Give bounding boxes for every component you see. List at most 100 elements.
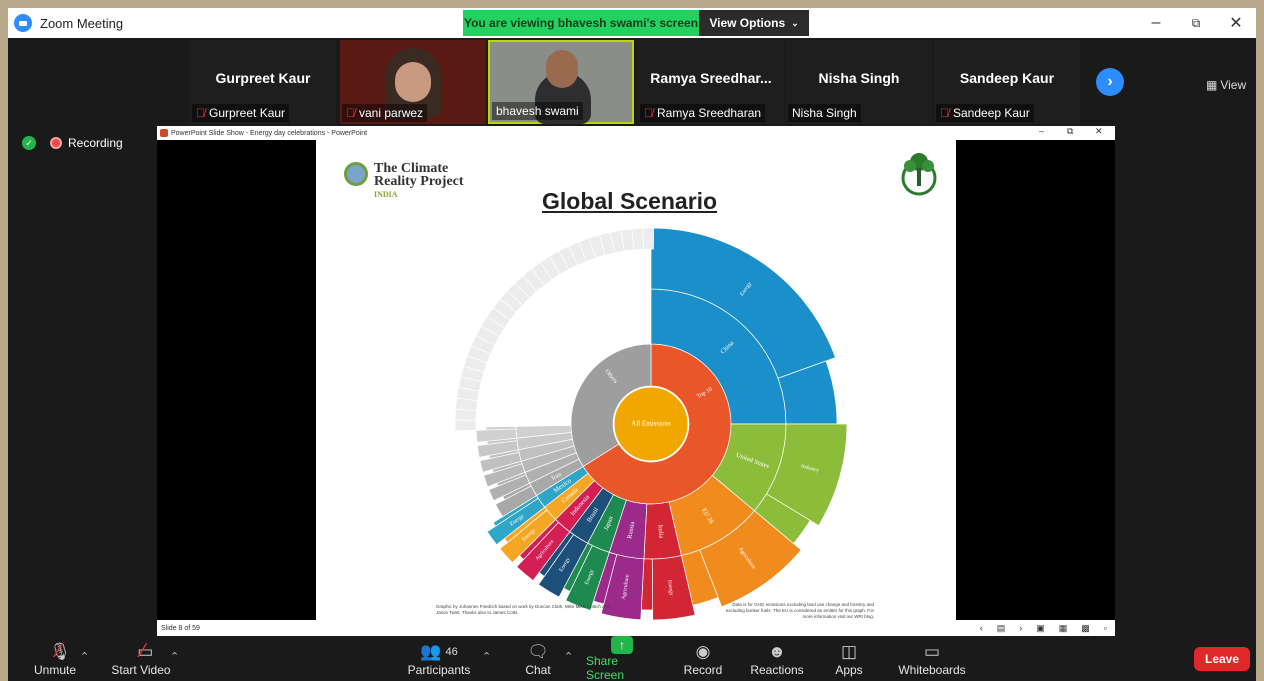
reactions-button[interactable]: ☻ Reactions xyxy=(748,636,806,681)
ring2-label: India xyxy=(656,525,664,539)
record-dot-icon xyxy=(50,137,62,149)
participant-name: Nisha Singh xyxy=(818,70,900,86)
chat-label: Chat xyxy=(525,662,551,677)
credit-left: Graphic by Johannes Friedrich based on w… xyxy=(436,604,610,615)
share-screen-button[interactable]: ↑ Share Screen xyxy=(586,635,658,681)
slide-title: Global Scenario xyxy=(542,188,718,214)
reading-view-icon[interactable]: ▩ xyxy=(1081,623,1090,634)
share-icon-wrap: ↑ xyxy=(611,635,633,654)
restore-button[interactable]: ⧉ xyxy=(1176,8,1216,38)
pp-minimize-icon[interactable]: – xyxy=(1039,126,1044,136)
close-icon: ✕ xyxy=(1229,15,1243,32)
slide: The Climate Reality Project INDIA Global… xyxy=(316,140,956,620)
participants-options-caret[interactable]: ⌃ xyxy=(482,650,491,663)
powerpoint-status-bar: Slide 8 of 59 ‹ ▤ › ▣ ▦ ▩ ▫ xyxy=(157,620,1115,636)
prev-slide-icon[interactable]: ‹ xyxy=(980,623,983,633)
chat-options-caret[interactable]: ⌃ xyxy=(564,650,573,663)
apps-icon: ◫ xyxy=(840,641,858,661)
next-page-button[interactable]: › xyxy=(1096,68,1124,96)
view-options-button[interactable]: View Options ⌄ xyxy=(699,10,809,36)
slideshow-icon[interactable]: ▫ xyxy=(1104,623,1107,633)
record-button[interactable]: ◉ Record xyxy=(680,636,726,681)
video-off-icon: ▭ ∕ xyxy=(137,640,154,662)
participant-video-tile-active[interactable]: bhavesh swami xyxy=(488,40,634,124)
leave-button[interactable]: Leave xyxy=(1194,647,1250,671)
participant-tile[interactable]: Ramya Sreedhar... 🎙̸ Ramya Sreedharan xyxy=(638,40,784,124)
smiley-plus-icon: ☻ xyxy=(768,641,786,661)
view-options-label: View Options xyxy=(709,16,786,30)
participants-button[interactable]: 👥 46 Participants xyxy=(406,636,472,681)
audio-options-caret[interactable]: ⌃ xyxy=(80,650,89,663)
viewing-screen-banner: You are viewing bhavesh swami's screen xyxy=(463,10,699,36)
center-label: All Emissions xyxy=(631,420,671,428)
apps-label: Apps xyxy=(835,662,863,677)
chevron-right-icon: › xyxy=(1107,73,1113,90)
powerpoint-title: PowerPoint Slide Show - Energy day celeb… xyxy=(171,129,368,137)
mic-muted-icon: 🎙 ∕ xyxy=(49,640,72,662)
next-slide-icon[interactable]: › xyxy=(1019,623,1022,633)
mic-muted-icon: 🎙̸ xyxy=(644,106,653,120)
participants-count: 46 xyxy=(445,645,458,658)
participants-icon: 👥 xyxy=(420,641,442,661)
ring3-faint-slice xyxy=(454,419,477,432)
participant-face xyxy=(395,62,431,102)
video-options-caret[interactable]: ⌃ xyxy=(170,650,179,663)
sorter-view-icon[interactable]: ▦ xyxy=(1059,623,1068,634)
view-label: View xyxy=(1220,78,1247,92)
pp-close-icon[interactable]: ✕ xyxy=(1095,126,1103,137)
participant-video-tile[interactable]: 🎙̸ vani parwez xyxy=(340,40,486,124)
participant-name: Gurpreet Kaur xyxy=(215,70,311,86)
org-line-3: INDIA xyxy=(374,190,398,199)
window-title: Zoom Meeting xyxy=(40,15,124,31)
participant-label: Nisha Singh xyxy=(788,104,861,122)
participant-tile[interactable]: Nisha Singh Nisha Singh xyxy=(786,40,932,124)
share-screen-icon: ↑ xyxy=(611,635,633,654)
status-icons: ‹ ▤ › ▣ ▦ ▩ ▫ xyxy=(980,620,1107,636)
shared-screen[interactable]: PowerPoint Slide Show - Energy day celeb… xyxy=(157,126,1115,636)
chat-button[interactable]: 🗨 Chat xyxy=(518,636,558,681)
participant-label: bhavesh swami xyxy=(492,102,583,120)
pp-restore-icon[interactable]: ⧉ xyxy=(1067,126,1073,137)
participant-name: Ramya Sreedhar... xyxy=(650,70,772,86)
start-video-button[interactable]: ▭ ∕ Start Video xyxy=(108,636,174,681)
participant-tile[interactable]: Gurpreet Kaur 🎙̸ Gurpreet Kaur xyxy=(190,40,336,124)
normal-view-icon[interactable]: ▣ xyxy=(1036,623,1045,634)
close-button[interactable]: ✕ xyxy=(1216,8,1256,38)
whiteboard-icon: ▭ xyxy=(923,641,941,661)
participant-tile[interactable]: Sandeep Kaur 🎙̸ Sandeep Kaur xyxy=(934,40,1080,124)
participant-label: 🎙̸ vani parwez xyxy=(342,104,428,122)
globe-logo-icon xyxy=(344,162,368,186)
tree-logo-icon xyxy=(901,153,937,196)
record-icon: ◉ xyxy=(695,641,711,661)
participant-label: 🎙̸ Gurpreet Kaur xyxy=(192,104,290,122)
reactions-label: Reactions xyxy=(750,662,804,677)
mic-muted-icon: 🎙̸ xyxy=(346,106,355,120)
apps-button[interactable]: ◫ Apps xyxy=(832,636,866,681)
title-bar: Zoom Meeting You are viewing bhavesh swa… xyxy=(8,8,1256,38)
participant-label-text: Sandeep Kaur xyxy=(953,106,1030,120)
view-button[interactable]: ▦ View xyxy=(1206,78,1246,92)
participants-icon-wrap: 👥 46 xyxy=(420,641,457,663)
participant-name: Sandeep Kaur xyxy=(959,70,1055,86)
chat-icon: 🗨 xyxy=(527,641,549,661)
participant-label: 🎙̸ Sandeep Kaur xyxy=(936,104,1034,122)
ring3-faint-slice xyxy=(642,228,655,250)
slide-counter: Slide 8 of 59 xyxy=(161,624,200,632)
minimize-button[interactable]: – xyxy=(1136,8,1176,38)
sunburst-chart: Top 10OthersAll EmissionsChinaEnergyUnit… xyxy=(454,228,848,620)
mic-muted-icon: 🎙̸ xyxy=(940,106,949,120)
zoom-window: Zoom Meeting You are viewing bhavesh swa… xyxy=(8,8,1256,681)
participant-label-text: Nisha Singh xyxy=(792,106,857,120)
minimize-icon: – xyxy=(1151,14,1161,31)
menu-icon[interactable]: ▤ xyxy=(997,623,1006,634)
recording-label: Recording xyxy=(68,136,123,150)
whiteboards-button[interactable]: ▭ Whiteboards xyxy=(898,636,966,681)
unmute-button[interactable]: 🎙 ∕ Unmute xyxy=(32,636,78,681)
recording-indicator[interactable]: ✓ Recording xyxy=(22,136,123,150)
participant-label-text: bhavesh swami xyxy=(496,104,579,118)
climate-reality-logo: The Climate Reality Project INDIA xyxy=(344,162,464,201)
share-screen-label: Share Screen xyxy=(586,653,625,681)
participants-label: Participants xyxy=(407,662,471,677)
participant-label-text: Gurpreet Kaur xyxy=(209,106,286,120)
restore-icon: ⧉ xyxy=(1191,15,1201,30)
